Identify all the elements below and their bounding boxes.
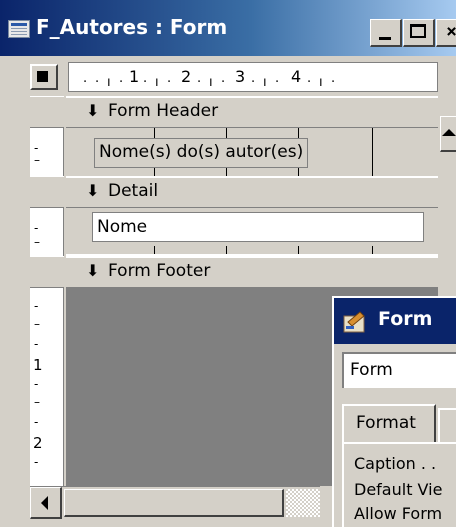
property-allow-form[interactable]: Allow Form [354,506,442,522]
maximize-icon [410,24,426,38]
scroll-thumb[interactable] [64,489,284,517]
horizontal-scrollbar[interactable] [30,486,320,520]
form-footer-bar[interactable]: ⬇ Form Footer [66,256,438,288]
close-icon: × [446,21,456,42]
detail-bar[interactable]: ⬇ Detail [66,176,438,208]
vertical-ruler-number: 2 [33,434,43,452]
horizontal-ruler-row: · · ı · 1 · ı · 2 · ı · 3 · ı · 4 · ı · [0,58,456,152]
tab-next[interactable] [438,408,456,442]
ruler-number: 2 [181,67,192,86]
object-selector[interactable]: Form [342,352,456,388]
section-label-header: Form Header [108,101,219,121]
section-label-footer: Form Footer [108,261,211,281]
scroll-up-button[interactable] [440,116,456,152]
detail-bar-selector[interactable] [30,176,64,208]
scroll-left-button[interactable] [30,487,62,519]
down-arrow-icon: ⬇ [86,181,100,200]
property-sheet[interactable]: Form Form Format Caption . . Default Vie… [332,296,456,527]
detail-section[interactable]: Nome [66,208,438,254]
properties-icon [343,311,365,333]
form-icon [8,20,30,38]
vertical-ruler: - – - – - – - 1 - – - 2 - [30,96,64,486]
horizontal-ruler[interactable]: · · ı · 1 · ı · 2 · ı · 3 · ı · 4 · ı · [68,62,438,92]
vertical-ruler-number: 1 [33,356,43,374]
down-arrow-icon: ⬇ [86,261,100,280]
minimize-button[interactable] [370,19,402,47]
format-tab-panel: Caption . . Default Vie Allow Form [342,442,456,527]
nome-text-box[interactable]: Nome [92,212,424,242]
maximize-button[interactable] [403,19,435,47]
property-tabs: Format Caption . . Default Vie Allow For… [342,404,456,527]
form-selector-icon [37,71,48,82]
window-title: F_Autores : Form [36,15,228,39]
header-label[interactable]: Nome(s) do(s) autor(es) [94,138,309,168]
ruler-number: 1 [129,67,140,86]
minimize-icon [379,37,391,40]
form-selector-button[interactable] [30,64,58,90]
property-default-view[interactable]: Default Vie [354,482,442,498]
footer-bar-selector[interactable] [30,256,64,288]
ruler-number: 3 [235,67,246,86]
form-header-section[interactable]: Nome(s) do(s) autor(es) [66,128,438,178]
property-sheet-title-bar[interactable]: Form [334,298,456,344]
property-caption[interactable]: Caption . . [354,456,436,472]
scroll-track[interactable] [286,489,320,517]
form-design-window: F_Autores : Form × · · ı · 1 · ı · 2 · ı… [0,0,456,527]
section-label-detail: Detail [108,181,159,201]
header-bar-selector[interactable] [30,96,64,128]
down-arrow-icon: ⬇ [86,101,100,120]
tab-format[interactable]: Format [342,404,436,442]
title-bar[interactable]: F_Autores : Form × [0,0,456,56]
form-header-bar[interactable]: ⬇ Form Header [66,96,438,128]
ruler-number: 4 [291,67,302,86]
close-button[interactable]: × [436,19,456,47]
property-sheet-title: Form [378,308,433,330]
